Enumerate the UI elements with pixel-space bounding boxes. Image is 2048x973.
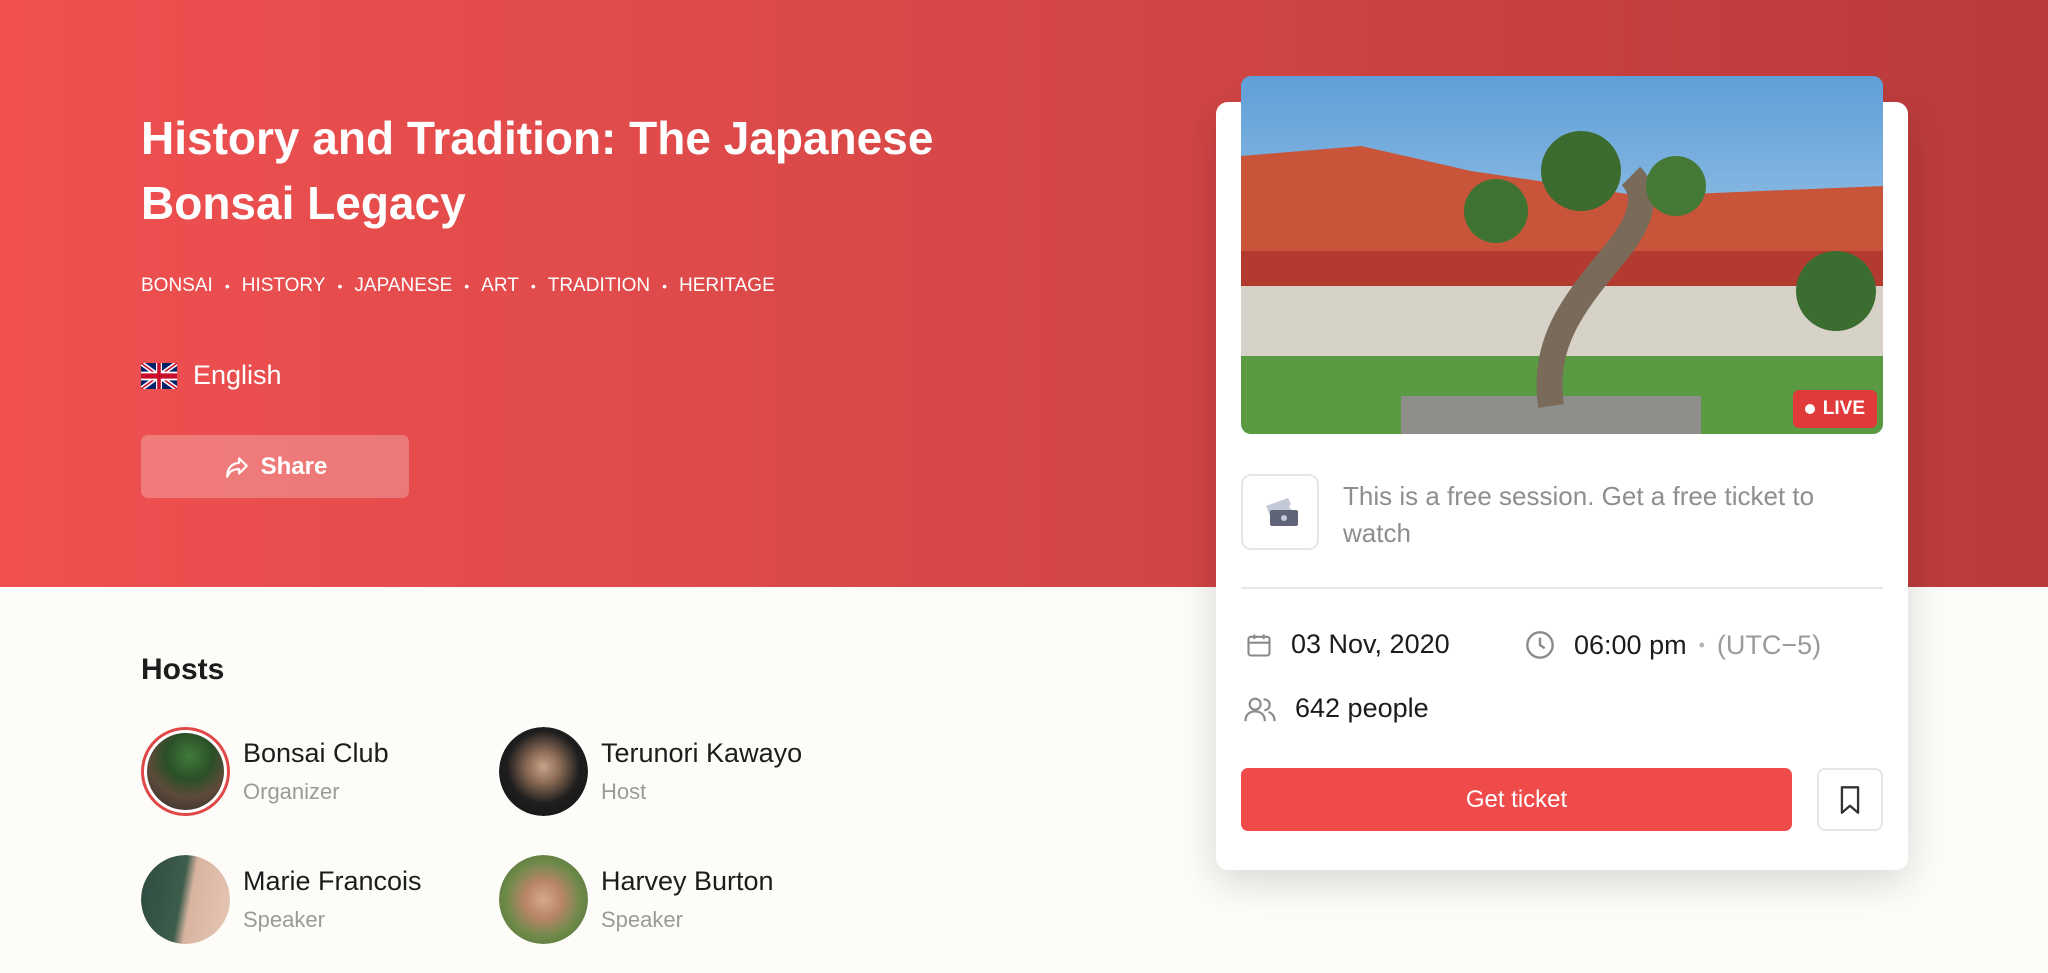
host-role: Speaker (243, 907, 325, 932)
people-icon (1244, 697, 1276, 721)
event-image: LIVE (1241, 76, 1883, 434)
timezone-label: (UTC−5) (1716, 629, 1822, 660)
free-session-text: This is a free session. Get a free ticke… (1343, 481, 1815, 548)
tag[interactable]: BONSAI (141, 275, 213, 297)
clock-icon (1526, 631, 1554, 659)
host-name[interactable]: Marie Francois (243, 866, 422, 897)
host-role: Host (601, 779, 647, 804)
share-label: Share (260, 452, 328, 480)
tag-separator: • (224, 278, 230, 294)
get-ticket-label: Get ticket (1465, 785, 1568, 813)
tag[interactable]: ART (481, 275, 519, 297)
time-separator: • (1698, 634, 1705, 655)
share-button[interactable]: Share (141, 435, 409, 498)
tag[interactable]: HISTORY (242, 275, 326, 297)
tag-separator: • (337, 278, 343, 294)
host-card[interactable]: Terunori Kawayo Host (499, 727, 802, 816)
language-indicator: English (141, 360, 282, 391)
attendees-label: 642 people (1295, 693, 1429, 723)
tag[interactable]: HERITAGE (679, 275, 775, 297)
host-name[interactable]: Harvey Burton (601, 866, 774, 897)
bookmark-icon (1840, 785, 1860, 814)
tag-separator: • (464, 278, 470, 294)
live-label: LIVE (1822, 398, 1865, 419)
host-name[interactable]: Bonsai Club (243, 738, 389, 769)
tag[interactable]: JAPANESE (354, 275, 452, 297)
avatar[interactable] (499, 855, 588, 944)
avatar[interactable] (141, 727, 230, 816)
event-attendees: 642 people (1243, 693, 1429, 724)
host-role: Organizer (243, 779, 340, 804)
uk-flag-icon (141, 362, 177, 389)
host-card[interactable]: Marie Francois Speaker (141, 855, 422, 944)
event-date: 03 Nov, 2020 (1245, 629, 1450, 660)
bonsai-photo (1241, 76, 1883, 434)
tag[interactable]: TRADITION (548, 275, 650, 297)
live-badge: LIVE (1792, 390, 1877, 428)
time-label: 06:00 pm (1574, 629, 1687, 660)
page-title: History and Tradition: The Japanese Bons… (141, 112, 934, 229)
bookmark-button[interactable] (1817, 768, 1883, 831)
host-role: Speaker (601, 907, 683, 932)
ticket-icon (1266, 498, 1298, 526)
ticket-icon-box (1241, 474, 1319, 550)
live-dot-icon (1804, 404, 1815, 414)
hosts-heading: Hosts (141, 653, 225, 686)
get-ticket-button[interactable]: Get ticket (1241, 768, 1792, 831)
tag-separator: • (530, 278, 536, 294)
avatar[interactable] (141, 855, 230, 944)
language-label: English (193, 360, 282, 390)
host-card[interactable]: Harvey Burton Speaker (499, 855, 774, 944)
avatar[interactable] (499, 727, 588, 816)
host-card[interactable]: Bonsai Club Organizer (141, 727, 389, 816)
host-name[interactable]: Terunori Kawayo (601, 738, 802, 769)
calendar-icon (1247, 634, 1271, 657)
event-time: 06:00 pm • (UTC−5) (1524, 629, 1821, 661)
share-icon (225, 456, 248, 478)
tag-separator: • (662, 278, 668, 294)
divider (1241, 587, 1883, 589)
date-label: 03 Nov, 2020 (1291, 629, 1450, 659)
tag-list: BONSAI • HISTORY • JAPANESE • ART • TRAD… (141, 275, 775, 297)
